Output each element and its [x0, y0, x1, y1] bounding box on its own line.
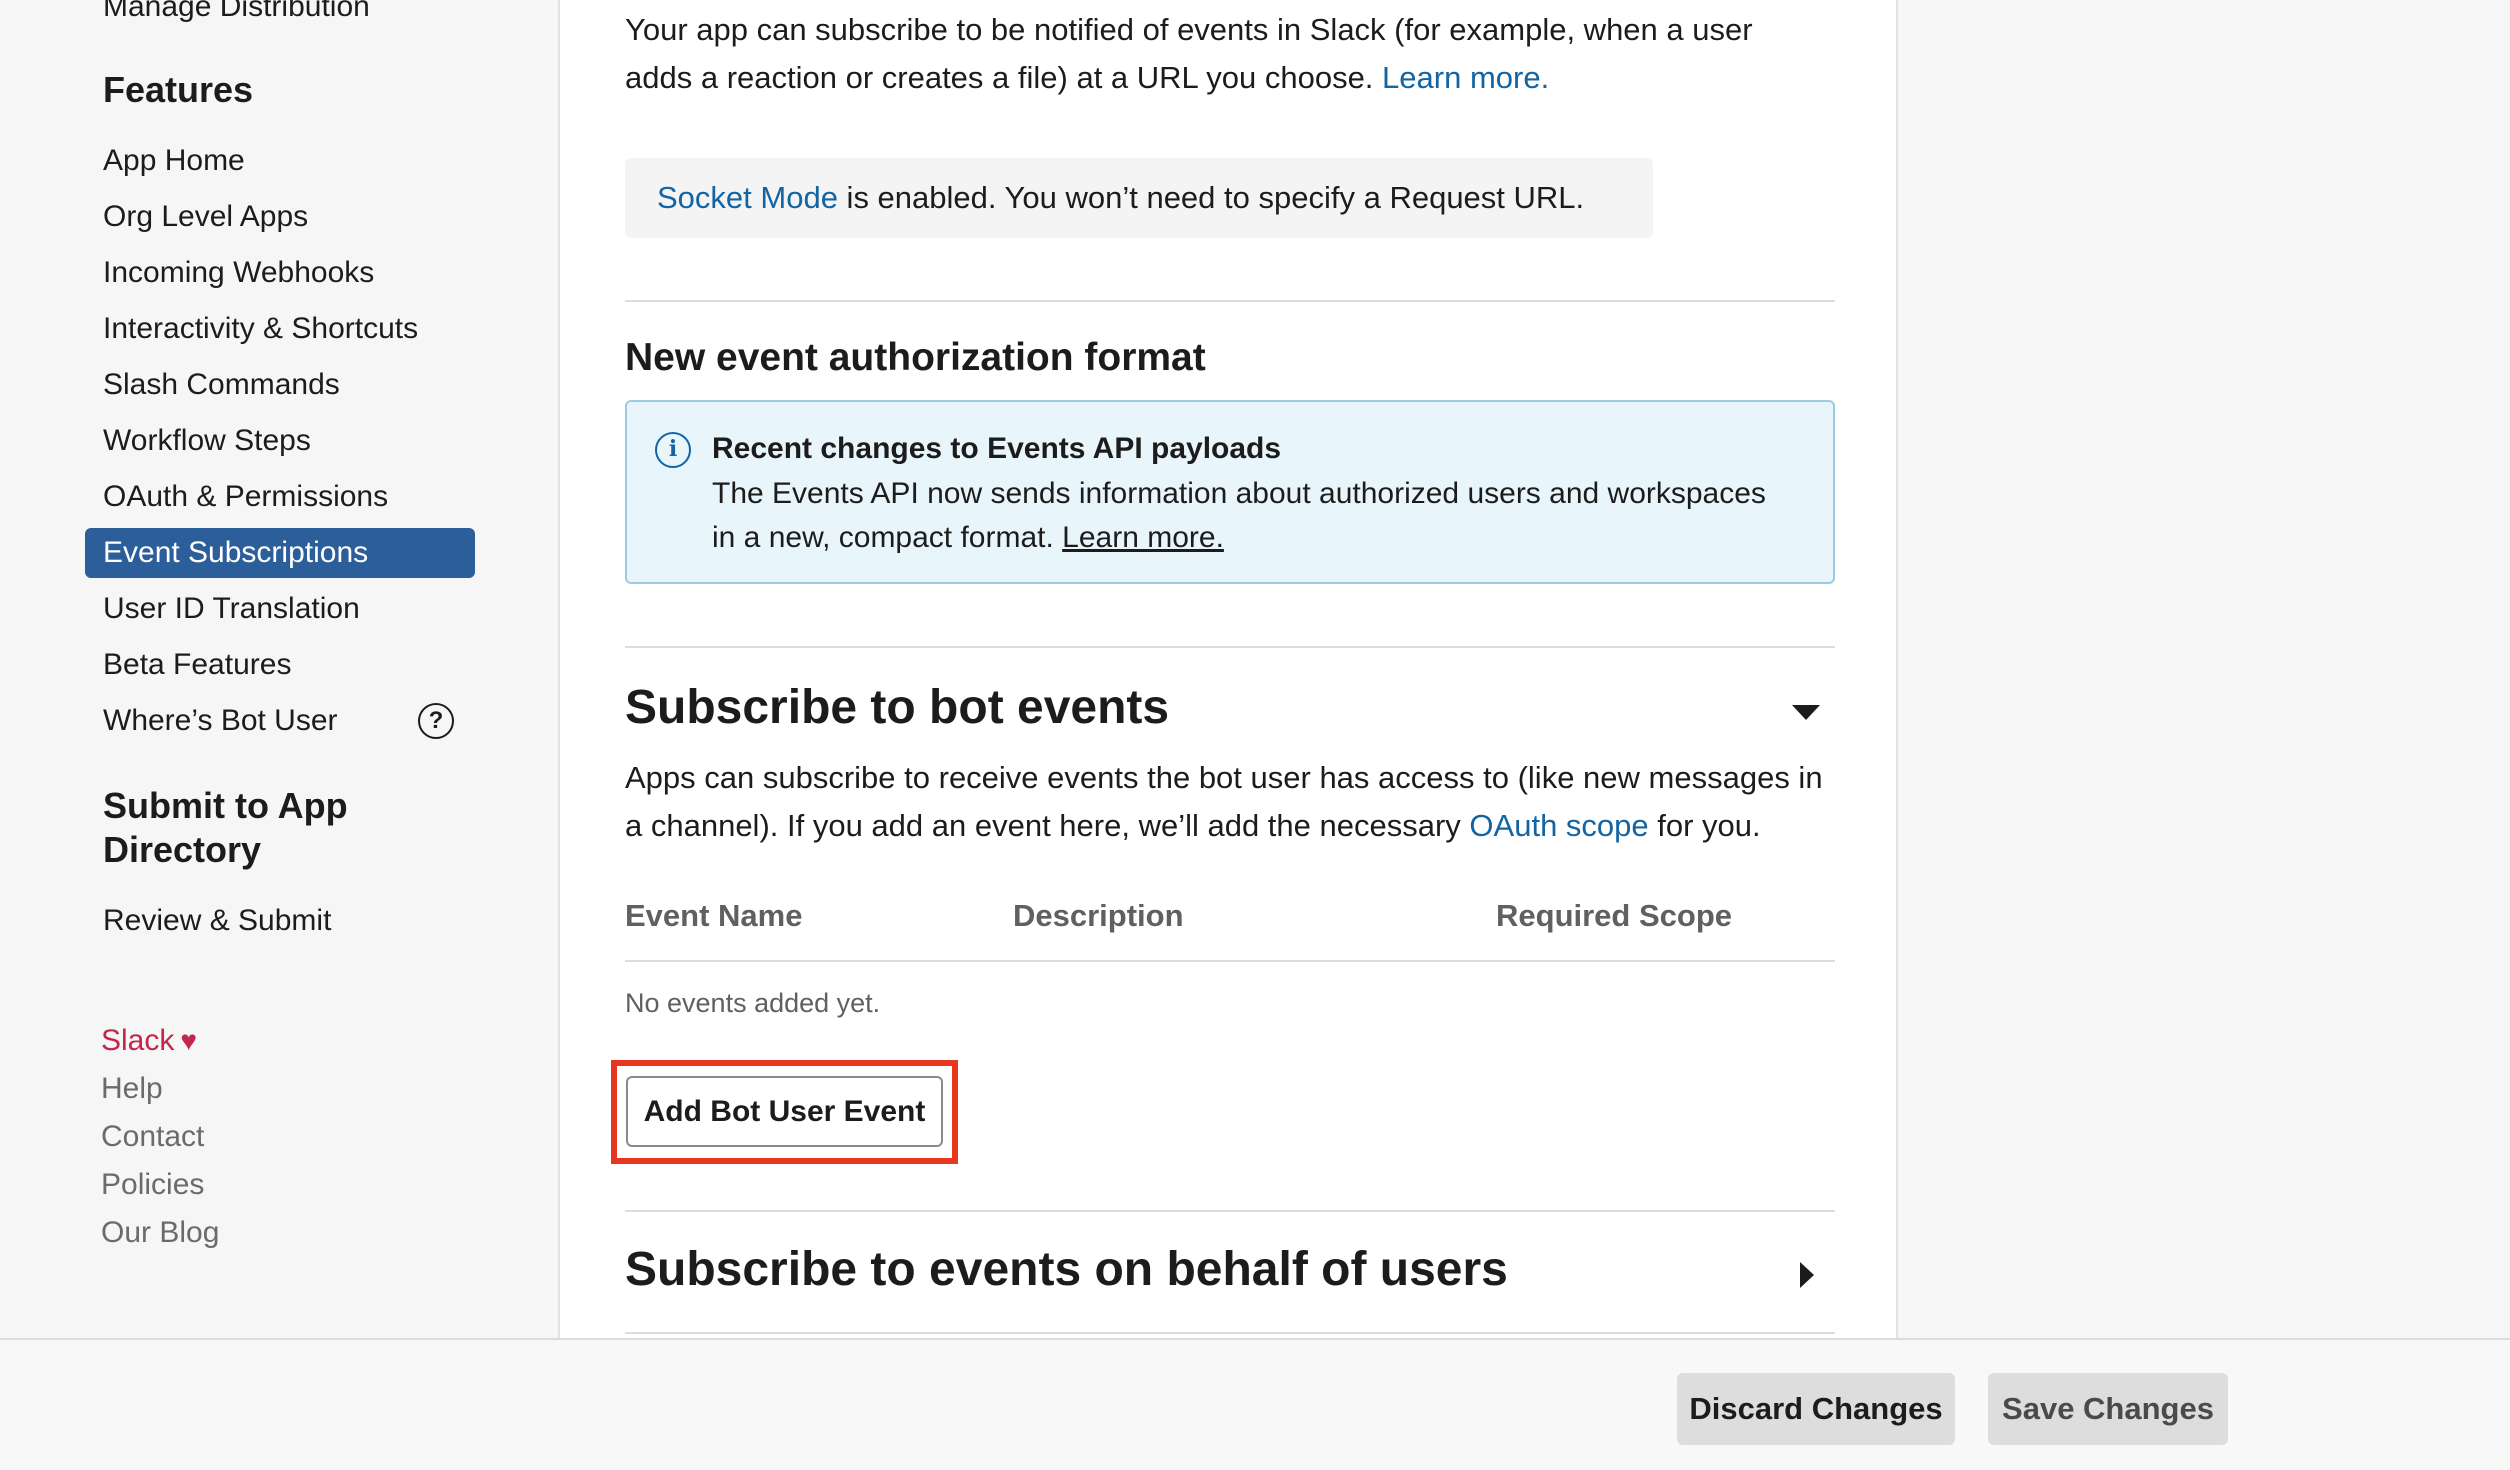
oauth-scope-link[interactable]: OAuth scope	[1469, 808, 1648, 843]
save-changes-button[interactable]: Save Changes	[1988, 1373, 2228, 1445]
sidebar-item-interactivity[interactable]: Interactivity & Shortcuts	[85, 304, 475, 354]
footer-link-slack[interactable]: Slack ♥	[101, 1024, 197, 1058]
intro-line2-text: adds a reaction or creates a file) at a …	[625, 60, 1374, 95]
sidebar-item-review-submit[interactable]: Review & Submit	[85, 896, 475, 946]
help-circle-icon[interactable]: ?	[418, 703, 454, 739]
bot-desc-line2b: for you.	[1648, 808, 1761, 843]
socket-mode-notice: Socket Mode is enabled. You won’t need t…	[625, 158, 1653, 238]
save-bar: Discard Changes Save Changes	[0, 1338, 2510, 1470]
intro-learn-more-link[interactable]: Learn more.	[1382, 60, 1549, 95]
column-header-event-name: Event Name	[625, 898, 803, 933]
sidebar-item-slash-commands[interactable]: Slash Commands	[85, 360, 475, 410]
sidebar-item-app-home[interactable]: App Home	[85, 136, 475, 186]
sidebar-item-event-subscriptions[interactable]: Event Subscriptions	[85, 528, 475, 578]
info-body: The Events API now sends information abo…	[712, 472, 1792, 560]
info-title: Recent changes to Events API payloads	[712, 432, 1282, 465]
bot-desc-line2a: a channel). If you add an event here, we…	[625, 808, 1470, 843]
divider	[625, 1210, 1835, 1212]
column-header-description: Description	[1013, 898, 1184, 933]
info-icon: i	[655, 432, 691, 468]
socket-mode-text: is enabled. You won’t need to specify a …	[837, 180, 1585, 215]
sidebar-item-manage-distribution[interactable]: Manage Distribution	[103, 0, 370, 24]
sidebar-item-user-id-translation[interactable]: User ID Translation	[85, 584, 475, 634]
bot-desc-line1: Apps can subscribe to receive events the…	[625, 760, 1823, 795]
add-bot-user-event-button[interactable]: Add Bot User Event	[626, 1076, 943, 1147]
sidebar-item-oauth-permissions[interactable]: OAuth & Permissions	[85, 472, 475, 522]
submit-heading-line1: Submit to App	[103, 785, 348, 826]
footer-link-contact[interactable]: Contact	[101, 1120, 204, 1154]
features-heading: Features	[103, 69, 254, 110]
intro-text: Your app can subscribe to be notified of…	[625, 6, 1835, 102]
heart-icon: ♥	[180, 1025, 197, 1056]
auth-format-heading: New event authorization format	[625, 336, 1206, 379]
caret-right-icon[interactable]	[1800, 1262, 1814, 1288]
bot-events-heading[interactable]: Subscribe to bot events	[625, 680, 1169, 735]
footer-link-policies[interactable]: Policies	[101, 1168, 204, 1202]
main-panel: Your app can subscribe to be notified of…	[560, 0, 1898, 1340]
bot-desc-line2: a channel). If you add an event here, we…	[625, 802, 1835, 850]
footer-link-blog[interactable]: Our Blog	[101, 1216, 219, 1250]
intro-line1: Your app can subscribe to be notified of…	[625, 12, 1753, 47]
user-events-heading[interactable]: Subscribe to events on behalf of users	[625, 1242, 1508, 1297]
column-header-required-scope: Required Scope	[1496, 898, 1732, 933]
intro-line2: adds a reaction or creates a file) at a …	[625, 54, 1835, 102]
socket-mode-link[interactable]: Socket Mode	[657, 180, 838, 215]
divider	[625, 646, 1835, 648]
empty-events-text: No events added yet.	[625, 988, 881, 1018]
footer-link-help[interactable]: Help	[101, 1072, 163, 1106]
sidebar-item-wheres-bot-user[interactable]: Where’s Bot User	[85, 696, 475, 746]
discard-changes-button[interactable]: Discard Changes	[1677, 1373, 1955, 1445]
divider	[625, 1332, 1835, 1334]
submit-heading-line2: Directory	[103, 829, 262, 870]
sidebar-item-workflow-steps[interactable]: Workflow Steps	[85, 416, 475, 466]
info-learn-more-link[interactable]: Learn more.	[1062, 521, 1224, 554]
sidebar-item-beta-features[interactable]: Beta Features	[85, 640, 475, 690]
sidebar-item-org-level-apps[interactable]: Org Level Apps	[85, 192, 475, 242]
sidebar-item-incoming-webhooks[interactable]: Incoming Webhooks	[85, 248, 475, 298]
sidebar: Manage Distribution Features App Home Or…	[0, 0, 560, 1340]
slack-label[interactable]: Slack	[101, 1024, 174, 1057]
bot-events-description: Apps can subscribe to receive events the…	[625, 754, 1835, 850]
table-header-divider	[625, 960, 1835, 962]
info-body-text: The Events API now sends information abo…	[712, 477, 1766, 554]
divider	[625, 300, 1835, 302]
caret-down-icon[interactable]	[1792, 705, 1820, 720]
info-callout: i Recent changes to Events API payloads …	[625, 400, 1835, 584]
